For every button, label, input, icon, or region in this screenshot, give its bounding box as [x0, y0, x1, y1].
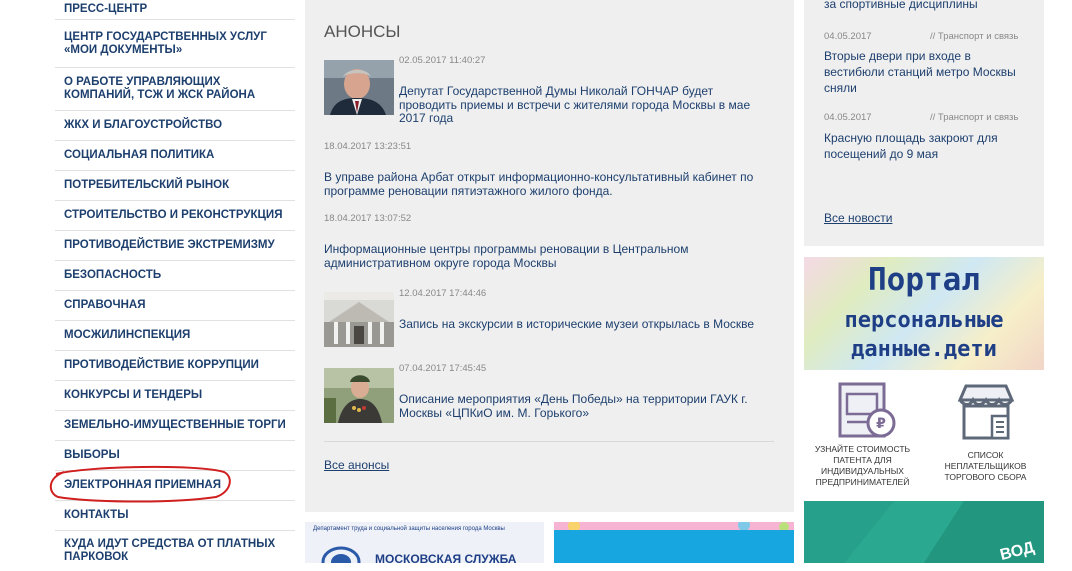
highlight-circle: [49, 465, 231, 503]
sidebar-item-label: ЖКХ И БЛАГОУСТРОЙСТВО: [64, 119, 223, 131]
svg-text:₽: ₽: [876, 416, 886, 432]
announcement-link[interactable]: Информационные центры программы реноваци…: [324, 242, 704, 270]
announcement-item: 07.04.2017 17:45:45 Описание мероприятия…: [324, 363, 779, 424]
patent-cost-label: УЗНАЙТЕ СТОИМОСТЬ ПАТЕНТА ДЛЯ ИНДИВИДУАЛ…: [814, 444, 911, 487]
sidebar-item-management-companies[interactable]: О РАБОТЕ УПРАВЛЯЮЩИХ КОМПАНИЙ, ТСЖ И ЖСК…: [55, 68, 295, 111]
news-date: 04.05.2017: [824, 31, 872, 42]
sidebar-item-label: ПОТРЕБИТЕЛЬСКИЙ РЫНОК: [64, 179, 230, 191]
news-category[interactable]: // Транспорт и связь: [930, 112, 1018, 123]
colorful-banner-graphic: [554, 522, 794, 563]
announcement-date: 18.04.2017 13:07:52: [324, 213, 412, 224]
sidebar-item-label: КОНКУРСЫ И ТЕНДЕРЫ: [64, 389, 203, 401]
victory-day-photo[interactable]: [324, 368, 394, 423]
announcement-date: 02.05.2017 11:40:27: [399, 55, 486, 66]
sidebar-item-anti-extremism[interactable]: ПРОТИВОДЕЙСТВИЕ ЭКСТРЕМИЗМУ: [55, 231, 295, 261]
announcement-date: 07.04.2017 17:45:45: [399, 363, 487, 374]
sidebar-item-tenders[interactable]: КОНКУРСЫ И ТЕНДЕРЫ: [55, 381, 295, 411]
sidebar-item-label: ВЫБОРЫ: [64, 449, 120, 461]
news-link[interactable]: за спортивные дисциплины: [824, 0, 1034, 12]
sidebar-item-label: СПРАВОЧНАЯ: [64, 299, 146, 311]
museum-photo[interactable]: [324, 292, 394, 347]
sidebar-item-land-auctions[interactable]: ЗЕМЕЛЬНО-ИМУЩЕСТВЕННЫЕ ТОРГИ: [55, 411, 295, 441]
announcement-item: 18.04.2017 13:07:52 Информационные центр…: [324, 213, 779, 273]
sidebar-item-parking-funds[interactable]: КУДА ИДУТ СРЕДСТВА ОТ ПЛАТНЫХ ПАРКОВОК: [55, 531, 295, 571]
sidebar-item-my-documents[interactable]: ЦЕНТР ГОСУДАРСТВЕННЫХ УСЛУГ «МОИ ДОКУМЕН…: [55, 20, 295, 68]
labor-service-title: МОСКОВСКАЯ СЛУЖБА: [375, 552, 517, 563]
news-link[interactable]: Красную площадь закроют для посещений до…: [824, 130, 1029, 162]
announcement-item: 12.04.2017 17:44:46 Запись на экскурсии …: [324, 288, 779, 348]
announcements-title: АНОНСЫ: [324, 22, 401, 41]
sidebar-item-construction[interactable]: СТРОИТЕЛЬСТВО И РЕКОНСТРУКЦИЯ: [55, 201, 295, 231]
deputy-photo[interactable]: [324, 60, 394, 115]
sidebar-item-security[interactable]: БЕЗОПАСНОСТЬ: [55, 261, 295, 291]
news-category[interactable]: // Транспорт и связь: [930, 31, 1018, 42]
sidebar-item-label: ПРОТИВОДЕЙСТВИЕ КОРРУПЦИИ: [64, 359, 259, 371]
announcement-link[interactable]: Запись на экскурсии в исторические музеи…: [399, 317, 769, 332]
sidebar-item-label: ПРЕСС-ЦЕНТР: [64, 3, 148, 15]
sidebar-item-label: БЕЗОПАСНОСТЬ: [64, 269, 162, 281]
announcements-panel: АНОНСЫ 02.05.2017 11:40:27 Депутат Госуд…: [305, 0, 794, 512]
green-banner[interactable]: ВОД: [804, 501, 1044, 563]
sidebar-item-label: КОНТАКТЫ: [64, 509, 129, 521]
sidebar-item-housing[interactable]: ЖКХ И БЛАГОУСТРОЙСТВО: [55, 111, 295, 141]
moscow-labor-service-banner[interactable]: Департамент труда и социальной защиты на…: [305, 522, 544, 563]
sidebar-item-reference[interactable]: СПРАВОЧНАЯ: [55, 291, 295, 321]
announcement-item: 18.04.2017 13:23:51 В управе района Арба…: [324, 141, 779, 201]
sidebar-item-label: СОЦИАЛЬНАЯ ПОЛИТИКА: [64, 149, 215, 161]
all-announcements-link[interactable]: Все анонсы: [324, 458, 389, 472]
sidebar-item-consumer-market[interactable]: ПОТРЕБИТЕЛЬСКИЙ РЫНОК: [55, 171, 295, 201]
portal-title: Портал: [868, 262, 980, 298]
personal-data-children-banner[interactable]: Портал персональные данные.дети: [804, 257, 1044, 370]
news-date: 04.05.2017: [824, 112, 872, 123]
labor-department-caption: Департамент труда и социальной защиты на…: [313, 526, 505, 532]
announcement-link[interactable]: Описание мероприятия «День Победы» на те…: [399, 392, 769, 420]
sidebar-item-anti-corruption[interactable]: ПРОТИВОДЕЙСТВИЕ КОРРУПЦИИ: [55, 351, 295, 381]
patent-document-icon: ₽: [838, 382, 896, 438]
shop-list-icon: [957, 384, 1015, 440]
announcement-date: 18.04.2017 13:23:51: [324, 141, 412, 152]
sidebar-item-label: МОСЖИЛИНСПЕКЦИЯ: [64, 329, 191, 341]
patent-cost-banner[interactable]: ₽ УЗНАЙТЕ СТОИМОСТЬ ПАТЕНТА ДЛЯ ИНДИВИДУ…: [804, 370, 921, 498]
sidebar-item-social-policy[interactable]: СОЦИАЛЬНАЯ ПОЛИТИКА: [55, 141, 295, 171]
non-payers-list-banner[interactable]: СПИСОК НЕПЛАТЕЛЬЩИКОВ ТОРГОВОГО СБОРА: [927, 370, 1044, 498]
sidebar-item-label: О РАБОТЕ УПРАВЛЯЮЩИХ КОМПАНИЙ, ТСЖ И ЖСК…: [64, 76, 256, 101]
divider: [324, 441, 774, 442]
announcement-link[interactable]: В управе района Арбат открыт информацион…: [324, 170, 764, 198]
sidebar-item-label: ЦЕНТР ГОСУДАРСТВЕННЫХ УСЛУГ «МОИ ДОКУМЕН…: [64, 30, 267, 56]
sidebar-item-label: СТРОИТЕЛЬСТВО И РЕКОНСТРУКЦИЯ: [64, 209, 283, 221]
news-panel: за спортивные дисциплины 04.05.2017 // Т…: [804, 0, 1044, 246]
portal-domain: данные.дети: [851, 337, 997, 362]
sidebar-item-label: ЗЕМЕЛЬНО-ИМУЩЕСТВЕННЫЕ ТОРГИ: [64, 419, 286, 431]
labor-service-logo-icon: [321, 546, 361, 563]
non-payers-label: СПИСОК НЕПЛАТЕЛЬЩИКОВ ТОРГОВОГО СБОРА: [944, 450, 1027, 482]
sidebar-item-press-center[interactable]: ПРЕСС-ЦЕНТР: [55, 0, 295, 20]
sidebar-item-label: КУДА ИДУТ СРЕДСТВА ОТ ПЛАТНЫХ ПАРКОВОК: [64, 538, 276, 563]
sidebar-item-moszhilinspection[interactable]: МОСЖИЛИНСПЕКЦИЯ: [55, 321, 295, 351]
announcement-item: 02.05.2017 11:40:27 Депутат Государствен…: [324, 55, 779, 125]
all-news-link[interactable]: Все новости: [824, 211, 892, 225]
news-link[interactable]: Вторые двери при входе в вестибюли станц…: [824, 48, 1029, 96]
announcement-date: 12.04.2017 17:44:46: [399, 288, 487, 299]
announcement-link[interactable]: Депутат Государственной Думы Николай ГОН…: [399, 84, 769, 126]
sidebar-item-label: ПРОТИВОДЕЙСТВИЕ ЭКСТРЕМИЗМУ: [64, 239, 275, 251]
portal-subtitle: персональные: [844, 308, 1004, 333]
colorful-banner[interactable]: [554, 522, 794, 563]
